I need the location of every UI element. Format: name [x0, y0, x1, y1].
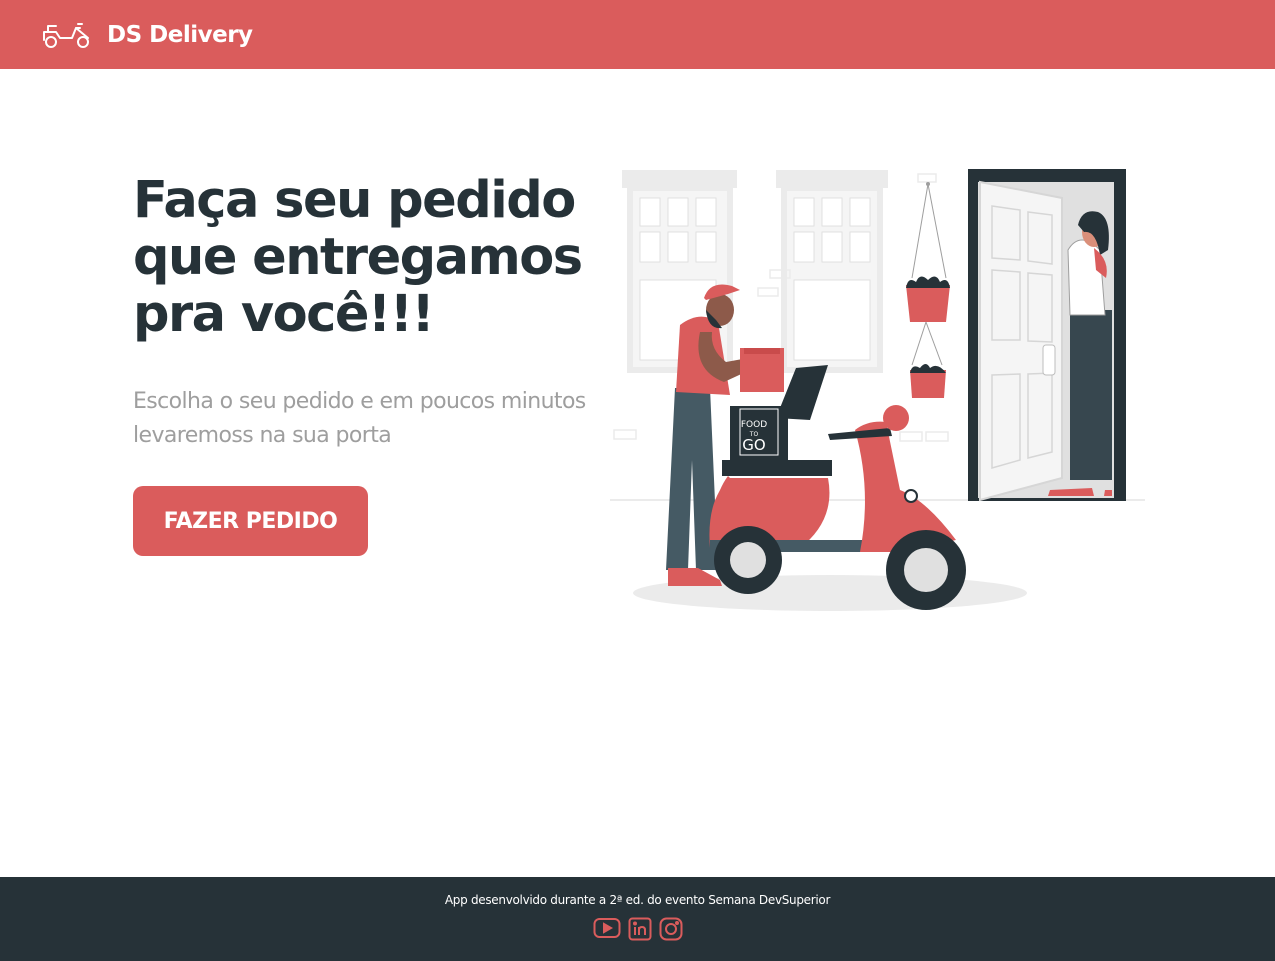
hero-subtitle: Escolha o seu pedido e em poucos minutos…: [133, 389, 586, 448]
youtube-icon: [593, 917, 621, 939]
brand-name: DS Delivery: [107, 21, 253, 48]
footer: App desenvolvido durante a 2ª ed. do eve…: [0, 877, 1275, 961]
box-text-bottom: GO: [742, 436, 765, 454]
scooter-icon: [42, 20, 92, 50]
navbar: DS Delivery: [0, 0, 1275, 69]
brand-link[interactable]: DS Delivery: [42, 20, 253, 50]
food-delivery-illustration: FOOD TO GO: [600, 160, 1160, 620]
box-text-top: FOOD: [741, 420, 767, 430]
instagram-link[interactable]: [659, 917, 683, 941]
social-links: [0, 917, 1275, 941]
hero-section: Faça seu pedido que entregamos pra você!…: [133, 172, 613, 556]
linkedin-icon: [628, 917, 652, 941]
youtube-link[interactable]: [593, 917, 621, 941]
linkedin-link[interactable]: [628, 917, 652, 941]
footer-text: App desenvolvido durante a 2ª ed. do eve…: [444, 893, 831, 907]
instagram-icon: [659, 917, 683, 941]
hero-title: Faça seu pedido que entregamos pra você!…: [133, 171, 583, 344]
order-button[interactable]: FAZER PEDIDO: [133, 486, 368, 556]
